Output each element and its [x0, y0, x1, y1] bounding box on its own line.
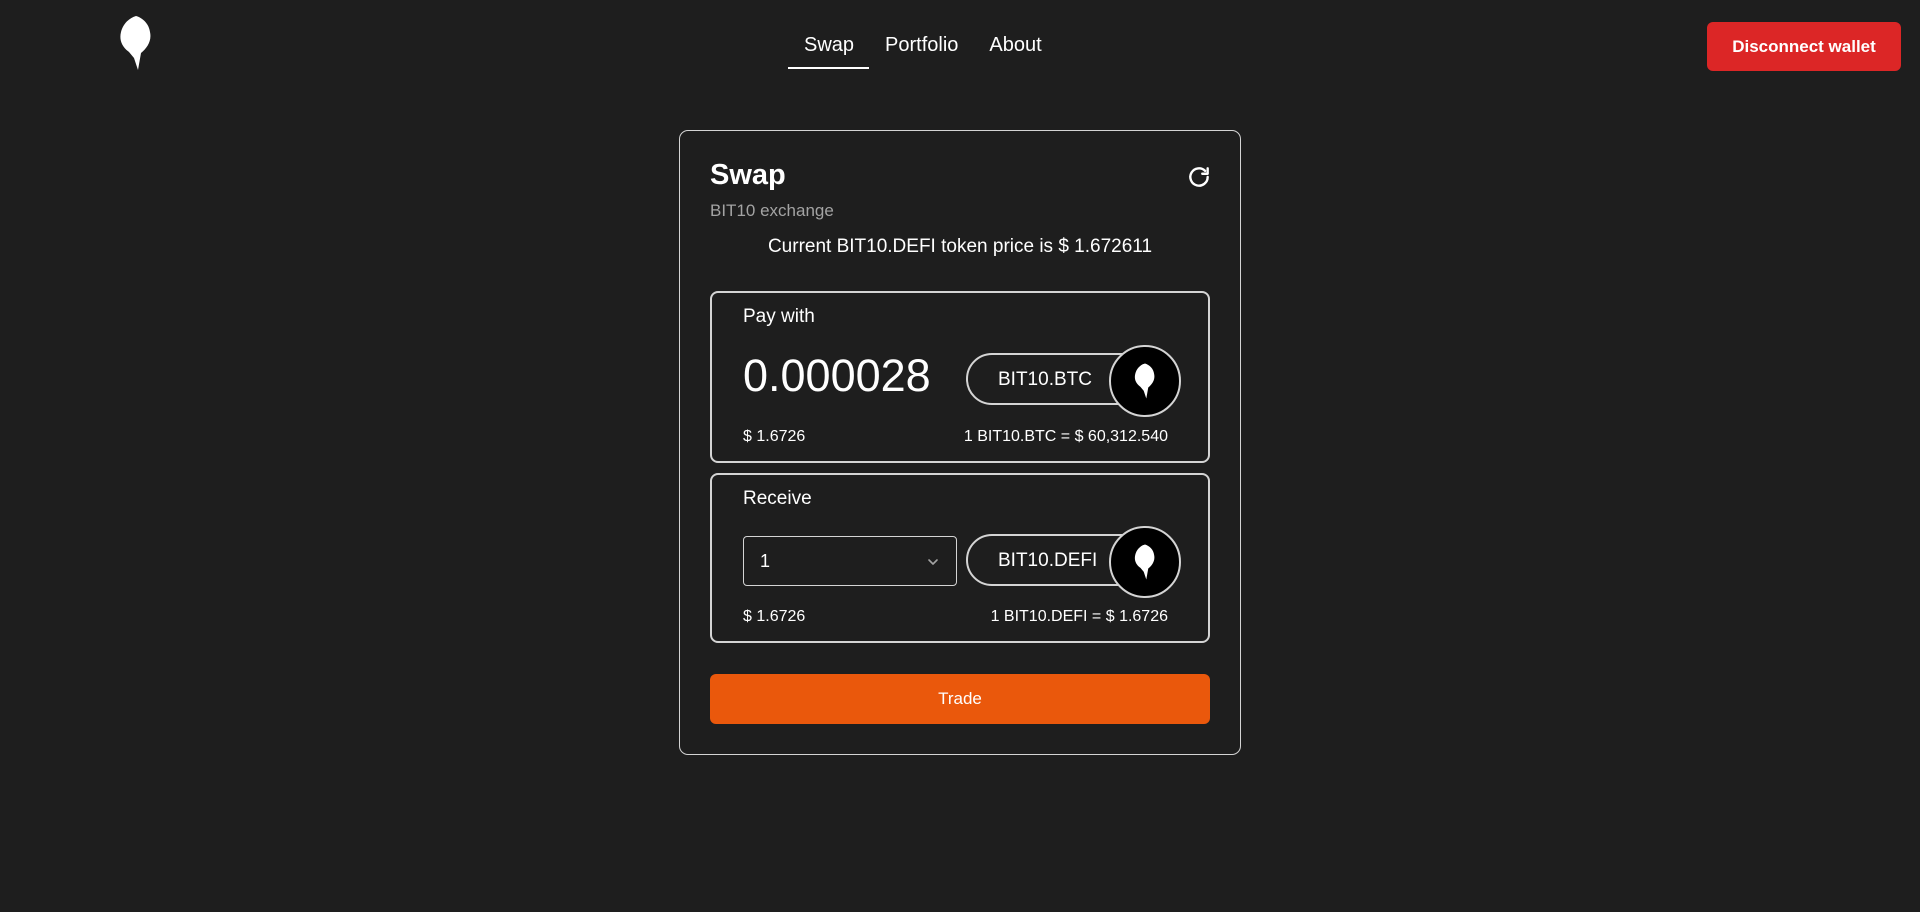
pay-token-name: BIT10.BTC	[998, 369, 1092, 390]
receive-box: Receive 1 BIT10.DEFI $ 1.6726 1 BIT10.DE…	[710, 473, 1210, 643]
main-nav: Swap Portfolio About	[788, 28, 1057, 69]
pay-rate: 1 BIT10.BTC = $ 60,312.540	[963, 428, 1168, 445]
nav-portfolio[interactable]: Portfolio	[869, 28, 973, 69]
receive-token-selector[interactable]: BIT10.DEFI	[966, 526, 1181, 598]
receive-quantity-select[interactable]: 1	[743, 536, 957, 586]
receive-token-name: BIT10.DEFI	[998, 550, 1098, 571]
refresh-icon[interactable]	[1186, 164, 1212, 190]
token-icon	[1109, 345, 1181, 417]
nav-swap[interactable]: Swap	[788, 28, 870, 69]
disconnect-wallet-button[interactable]: Disconnect wallet	[1707, 22, 1901, 71]
receive-usd-value: $ 1.6726	[743, 608, 806, 625]
pay-usd-value: $ 1.6726	[743, 428, 806, 445]
trade-button[interactable]: Trade	[710, 674, 1210, 724]
token-price-text: Current BIT10.DEFI token price is $ 1.67…	[767, 236, 1153, 257]
swap-card: Swap BIT10 exchange Current BIT10.DEFI t…	[679, 130, 1241, 755]
chevron-down-icon	[928, 559, 938, 565]
token-icon	[1109, 526, 1181, 598]
logo-icon[interactable]	[116, 14, 156, 72]
receive-label: Receive	[743, 488, 812, 509]
card-title: Swap	[710, 159, 786, 191]
pay-with-label: Pay with	[743, 306, 815, 327]
receive-quantity-value: 1	[760, 551, 771, 571]
nav-about[interactable]: About	[973, 28, 1056, 69]
pay-token-selector[interactable]: BIT10.BTC	[966, 345, 1181, 417]
pay-with-box: Pay with 0.000028 BIT10.BTC $ 1.6726 1 B…	[710, 291, 1210, 463]
receive-rate: 1 BIT10.DEFI = $ 1.6726	[990, 608, 1168, 625]
card-subtitle: BIT10 exchange	[710, 201, 834, 220]
header: Swap Portfolio About Disconnect wallet	[0, 0, 1920, 92]
pay-amount-input[interactable]: 0.000028	[743, 350, 931, 402]
